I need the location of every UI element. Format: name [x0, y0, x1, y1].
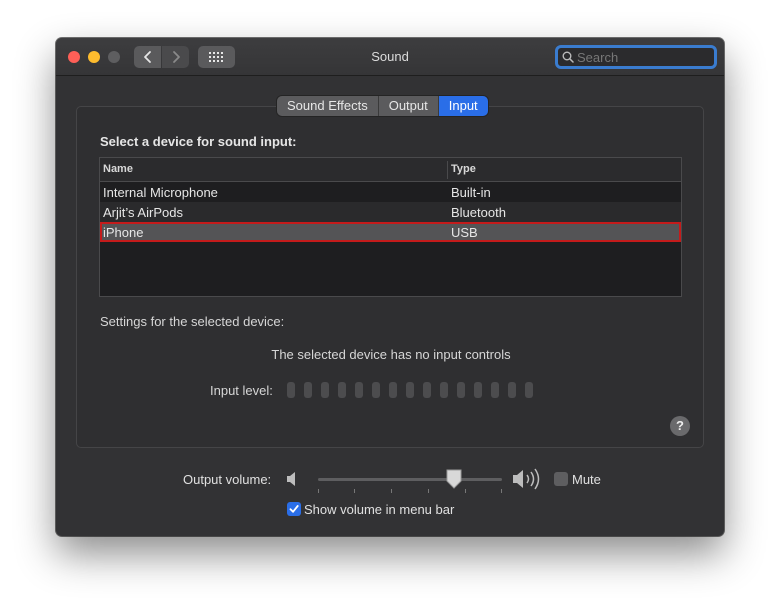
input-level-segment: [304, 382, 312, 398]
device-type: Bluetooth: [451, 205, 506, 220]
slider-tick: [465, 489, 466, 493]
input-level-segment: [338, 382, 346, 398]
input-level-segment: [406, 382, 414, 398]
input-level-meter: [287, 382, 533, 398]
slider-tick: [428, 489, 429, 493]
input-level-segment: [355, 382, 363, 398]
title-bar: Sound: [56, 38, 724, 76]
table-row-selected[interactable]: iPhone USB: [100, 222, 681, 242]
tab-input[interactable]: Input: [438, 96, 488, 116]
table-row[interactable]: Arjit’s AirPods Bluetooth: [100, 202, 681, 222]
column-header-name[interactable]: Name: [103, 163, 133, 175]
speaker-high-icon: [513, 468, 540, 490]
input-level-segment: [423, 382, 431, 398]
table-header: Name Type: [100, 158, 681, 182]
search-field[interactable]: [555, 45, 717, 69]
tab-output[interactable]: Output: [378, 96, 439, 116]
output-volume-slider[interactable]: [318, 478, 502, 481]
input-level-segment: [389, 382, 397, 398]
input-level-label: Input level:: [210, 383, 273, 398]
input-device-table[interactable]: Name Type Internal Microphone Built-in A…: [99, 157, 682, 297]
device-type: USB: [451, 225, 478, 240]
table-row[interactable]: Internal Microphone Built-in: [100, 182, 681, 202]
volume-slider-ticks: [318, 489, 502, 493]
help-button[interactable]: ?: [670, 416, 690, 436]
tab-bar: Sound Effects Output Input: [277, 96, 488, 116]
slider-tick: [391, 489, 392, 493]
device-name: iPhone: [103, 225, 144, 240]
no-input-controls-message: The selected device has no input control…: [271, 347, 511, 362]
column-divider: [447, 161, 448, 179]
input-level-segment: [321, 382, 329, 398]
device-name: Internal Microphone: [103, 185, 218, 200]
volume-slider-thumb[interactable]: [446, 469, 462, 489]
checkmark-icon: [289, 505, 299, 513]
settings-label: Settings for the selected device:: [100, 314, 285, 329]
device-name: Arjit’s AirPods: [103, 205, 183, 220]
device-select-heading: Select a device for sound input:: [100, 134, 297, 149]
slider-tick: [318, 489, 319, 493]
output-volume-label: Output volume:: [183, 472, 272, 487]
search-icon: [562, 51, 574, 63]
column-header-type[interactable]: Type: [451, 163, 476, 175]
input-level-segment: [474, 382, 482, 398]
input-level-segment: [287, 382, 295, 398]
input-level-segment: [525, 382, 533, 398]
input-level-segment: [457, 382, 465, 398]
input-level-segment: [372, 382, 380, 398]
tab-sound-effects[interactable]: Sound Effects: [277, 96, 379, 116]
slider-tick: [501, 489, 502, 493]
mute-label: Mute: [572, 472, 601, 487]
device-type: Built-in: [451, 185, 491, 200]
input-level-segment: [491, 382, 499, 398]
search-input[interactable]: [577, 49, 707, 65]
show-volume-menu-bar-label: Show volume in menu bar: [304, 502, 455, 517]
speaker-low-icon: [287, 472, 295, 486]
slider-tick: [354, 489, 355, 493]
mute-checkbox[interactable]: [554, 472, 568, 486]
sound-preferences-window: Sound Sound Effects Output Input Select …: [56, 38, 724, 536]
input-panel: Select a device for sound input: Name Ty…: [76, 106, 704, 448]
input-level-segment: [508, 382, 516, 398]
input-level-segment: [440, 382, 448, 398]
show-volume-menu-bar-checkbox[interactable]: [287, 502, 301, 516]
